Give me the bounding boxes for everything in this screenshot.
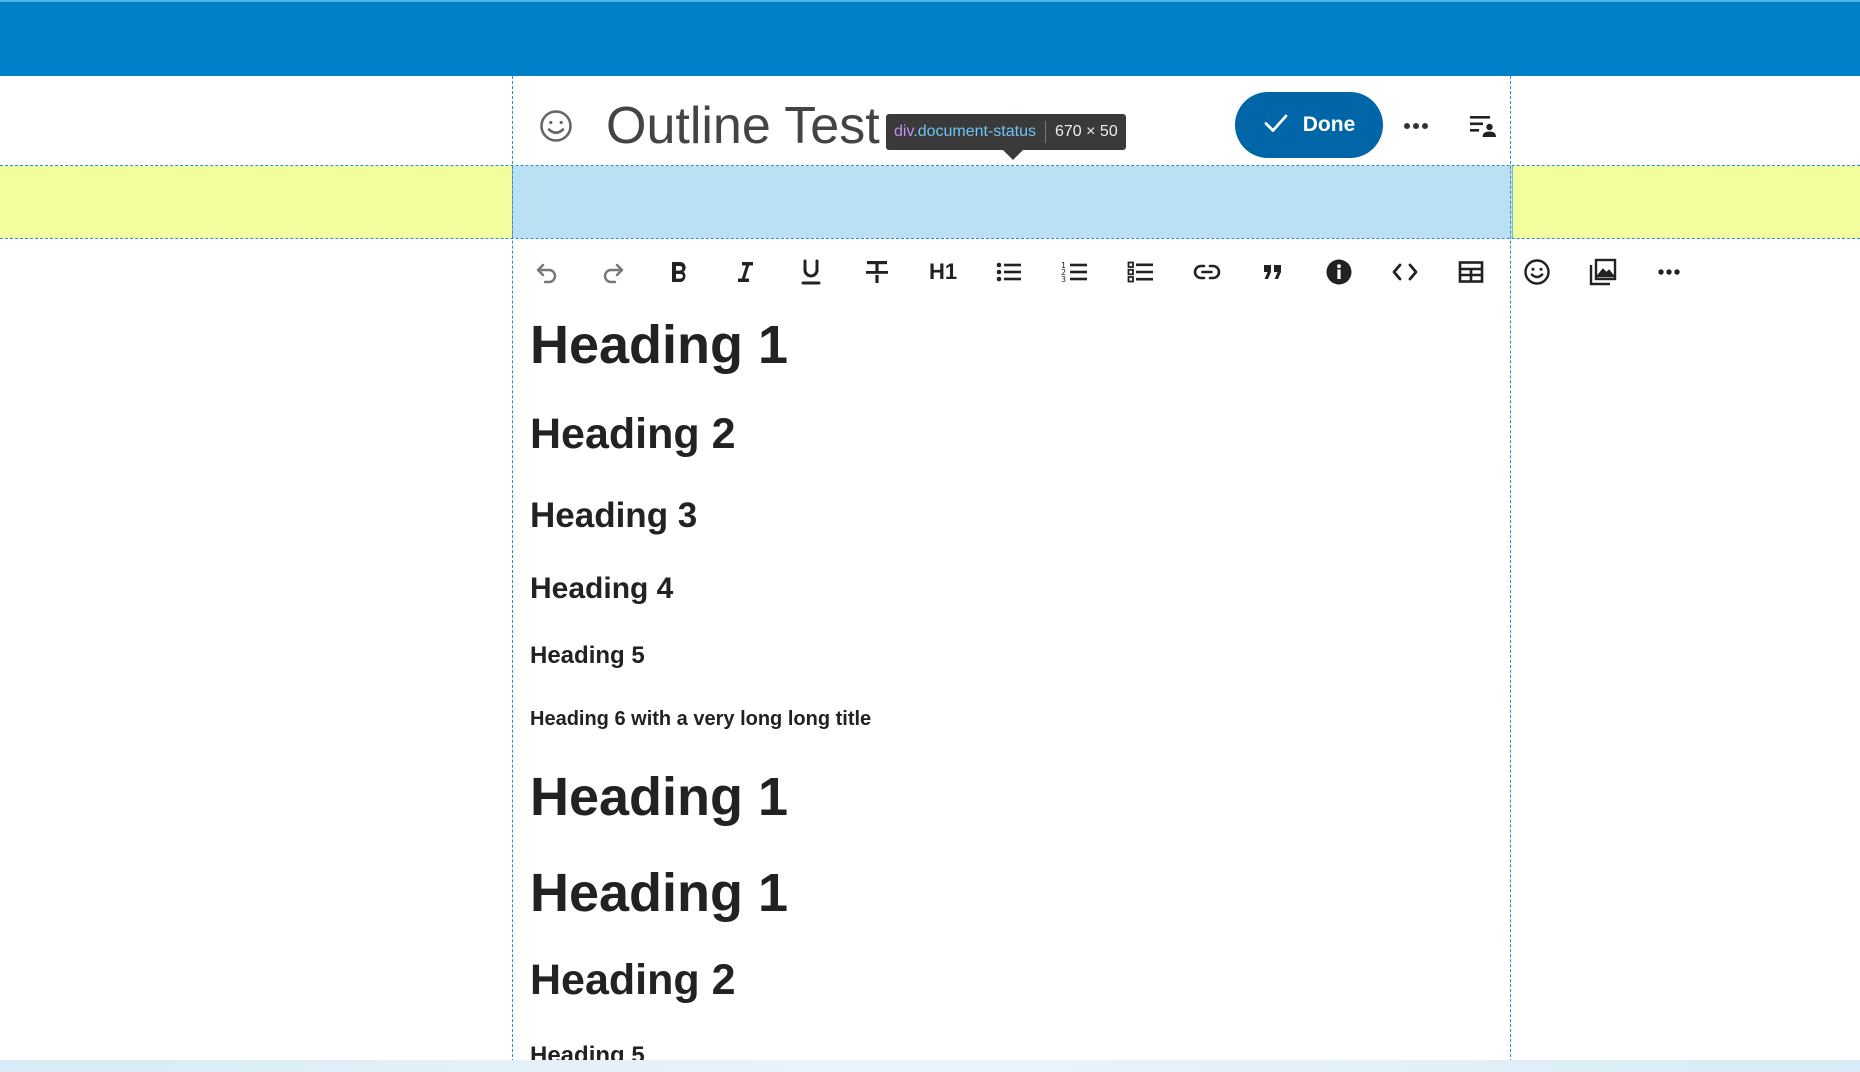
done-button-label: Done — [1302, 113, 1356, 136]
svg-text:3: 3 — [1061, 275, 1066, 284]
emoji-icon[interactable] — [1520, 252, 1554, 292]
heading-block[interactable]: Heading 4 — [530, 572, 673, 606]
image-icon[interactable] — [1586, 252, 1620, 292]
top-bar-edge — [0, 0, 1860, 2]
document-emoji-icon[interactable] — [536, 106, 576, 146]
link-icon[interactable] — [1190, 252, 1224, 292]
table-icon[interactable] — [1454, 252, 1488, 292]
heading-block[interactable]: Heading 2 — [530, 956, 736, 1005]
heading-block[interactable]: Heading 6 with a very long long title — [530, 708, 871, 731]
more-options-icon[interactable] — [1400, 106, 1432, 146]
underline-icon[interactable] — [794, 252, 828, 292]
numbered-list-icon[interactable]: 123 — [1058, 252, 1092, 292]
heading-1-button[interactable]: H1 — [922, 252, 964, 292]
guide-bottom — [0, 238, 1860, 239]
document-status-highlight — [512, 166, 1513, 238]
heading-block[interactable]: Heading 2 — [530, 410, 736, 459]
app-top-bar — [0, 0, 1860, 76]
inspector-tooltip-arrow — [1003, 150, 1023, 160]
guide-right — [1510, 76, 1511, 1072]
inspector-separator — [1045, 120, 1046, 143]
bullet-list-icon[interactable] — [992, 252, 1026, 292]
heading-block[interactable]: Heading 1 — [530, 314, 788, 376]
code-icon[interactable] — [1388, 252, 1422, 292]
heading-block[interactable]: Heading 5 — [530, 642, 645, 670]
inspector-class: .document-status — [913, 123, 1036, 140]
bold-icon[interactable] — [662, 252, 696, 292]
guide-left — [512, 76, 513, 1072]
inspector-tooltip: div.document-status 670 × 50 — [886, 114, 1126, 150]
margin-highlight-right — [1512, 166, 1860, 238]
strikethrough-icon[interactable] — [860, 252, 894, 292]
inspector-tag: div — [894, 123, 914, 140]
outline-share-icon[interactable] — [1468, 112, 1496, 140]
done-button[interactable]: Done — [1235, 92, 1383, 158]
bottom-fade — [0, 1060, 1860, 1072]
checkmark-icon — [1263, 112, 1289, 139]
document-title[interactable]: Outline Test — [606, 94, 880, 158]
heading-block[interactable]: Heading 3 — [530, 496, 697, 536]
guide-top — [0, 165, 1860, 166]
heading-block[interactable]: Heading 1 — [530, 766, 788, 828]
info-notice-icon[interactable] — [1322, 252, 1356, 292]
heading-block[interactable]: Heading 1 — [530, 862, 788, 924]
italic-icon[interactable] — [728, 252, 762, 292]
inspector-size: 670 × 50 — [1055, 123, 1118, 140]
margin-highlight-left — [0, 166, 512, 238]
undo-icon[interactable] — [530, 252, 564, 292]
redo-icon[interactable] — [596, 252, 630, 292]
more-toolbar-icon[interactable] — [1652, 252, 1686, 292]
quote-icon[interactable] — [1256, 252, 1290, 292]
checklist-icon[interactable] — [1124, 252, 1158, 292]
